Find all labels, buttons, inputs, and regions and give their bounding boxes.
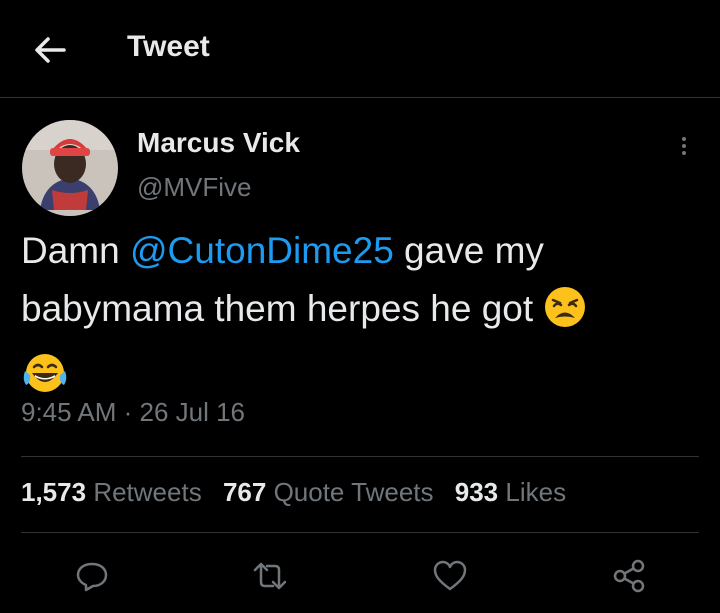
tweet-text: Damn @CutonDime25 gave my babymama them … bbox=[21, 222, 701, 412]
likes-count: 933 bbox=[454, 477, 499, 507]
author-handle[interactable]: @MVFive bbox=[137, 172, 252, 203]
header-bar: Tweet bbox=[0, 0, 720, 98]
tweet-stats: 1,573 Retweets 767 Quote Tweets 933 Like… bbox=[21, 477, 580, 508]
reply-icon[interactable] bbox=[74, 558, 110, 594]
page-title: Tweet bbox=[127, 30, 210, 63]
like-icon[interactable] bbox=[432, 558, 468, 594]
quote-tweets-stat[interactable]: 767 Quote Tweets bbox=[223, 477, 434, 507]
weary-face-emoji-icon bbox=[543, 285, 587, 346]
more-options-icon[interactable] bbox=[674, 134, 694, 162]
retweets-label: Retweets bbox=[93, 477, 202, 507]
quote-tweets-count: 767 bbox=[222, 477, 267, 507]
arrow-left-icon[interactable] bbox=[30, 32, 70, 68]
quote-tweets-label: Quote Tweets bbox=[273, 477, 434, 507]
mention-link[interactable]: @CutonDime25 bbox=[130, 230, 394, 271]
likes-stat[interactable]: 933 Likes bbox=[455, 477, 566, 507]
tweet-timestamp[interactable]: 9:45 AM · 26 Jul 16 bbox=[21, 397, 245, 428]
avatar[interactable] bbox=[22, 120, 118, 216]
divider bbox=[21, 532, 699, 533]
retweets-count: 1,573 bbox=[21, 477, 87, 507]
divider bbox=[21, 456, 699, 457]
retweets-stat[interactable]: 1,573 Retweets bbox=[21, 477, 202, 507]
retweet-icon[interactable] bbox=[252, 558, 288, 594]
tweet-text-part: Damn bbox=[21, 230, 130, 271]
author-display-name[interactable]: Marcus Vick bbox=[137, 127, 300, 159]
share-icon[interactable] bbox=[611, 558, 647, 594]
likes-label: Likes bbox=[505, 477, 567, 507]
